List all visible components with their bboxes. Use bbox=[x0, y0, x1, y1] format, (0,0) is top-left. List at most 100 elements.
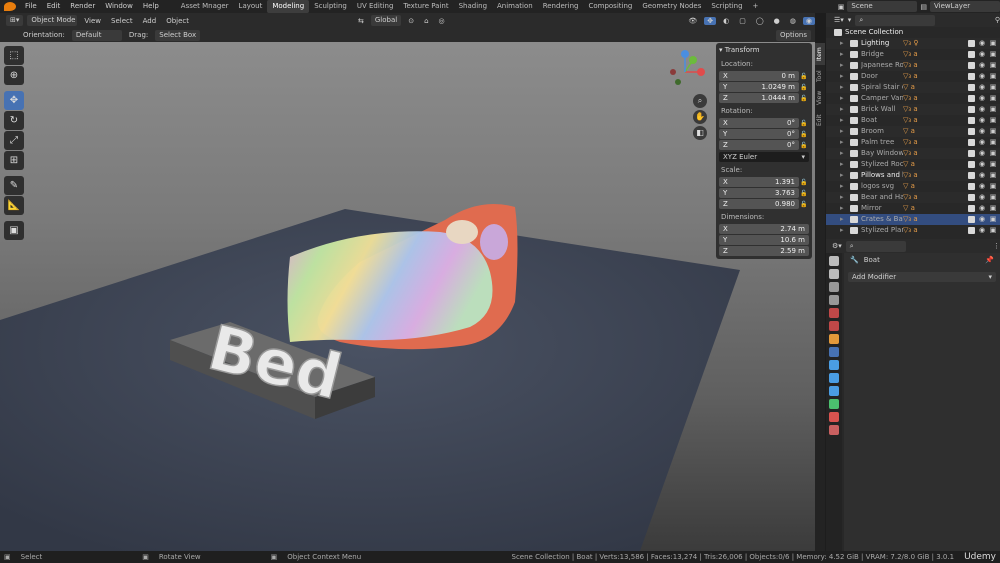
include-checkbox[interactable] bbox=[968, 95, 975, 102]
properties-options-icon[interactable]: ⋮ bbox=[993, 242, 1000, 250]
outliner-item[interactable]: ▸ Broom ▽ a ◉ ▣ bbox=[826, 126, 1000, 137]
rotation-x-field[interactable]: X 0° bbox=[719, 118, 799, 128]
ws-tab-uv-editing[interactable]: UV Editing bbox=[352, 0, 399, 13]
filter-icon[interactable]: ▾ bbox=[848, 16, 852, 24]
options-button[interactable]: Options bbox=[775, 29, 811, 41]
include-checkbox[interactable] bbox=[968, 227, 975, 234]
eye-icon[interactable]: ◉ bbox=[978, 60, 986, 71]
camera-icon[interactable]: ▣ bbox=[989, 60, 997, 71]
shading-solid-icon[interactable]: ● bbox=[771, 17, 783, 25]
menu-add[interactable]: Add bbox=[140, 17, 160, 25]
xray-icon[interactable]: ▢ bbox=[736, 17, 749, 25]
outliner-item[interactable]: ▸ Lighting ▽₃ ♀ ◉ ▣ bbox=[826, 38, 1000, 49]
include-checkbox[interactable] bbox=[968, 216, 975, 223]
transform-orientation-selector[interactable]: Global bbox=[370, 15, 402, 26]
menu-help[interactable]: Help bbox=[138, 0, 164, 13]
menu-render[interactable]: Render bbox=[65, 0, 100, 13]
include-checkbox[interactable] bbox=[968, 150, 975, 157]
tab-view[interactable]: View bbox=[815, 87, 825, 109]
lock-icon[interactable]: 🔓 bbox=[799, 95, 809, 102]
add-workspace-button[interactable]: + bbox=[748, 0, 764, 13]
expand-arrow-icon[interactable]: ▸ bbox=[840, 115, 844, 126]
dimension-y-field[interactable]: Y 10.6 m bbox=[719, 235, 809, 245]
include-checkbox[interactable] bbox=[968, 117, 975, 124]
include-checkbox[interactable] bbox=[968, 172, 975, 179]
outliner-item[interactable]: ▸ Door ▽₃ a ◉ ▣ bbox=[826, 71, 1000, 82]
drag-selector[interactable]: Select Box bbox=[155, 29, 201, 41]
expand-arrow-icon[interactable]: ▸ bbox=[840, 225, 844, 236]
lock-icon[interactable]: 🔓 bbox=[799, 131, 809, 138]
select-box-tool-icon[interactable]: ⬚ bbox=[4, 46, 24, 65]
eye-icon[interactable]: ◉ bbox=[978, 148, 986, 159]
transform-tool-icon[interactable]: ⊞ bbox=[4, 151, 24, 170]
include-checkbox[interactable] bbox=[968, 84, 975, 91]
render-props-icon[interactable] bbox=[829, 269, 839, 279]
menu-edit[interactable]: Edit bbox=[42, 0, 66, 13]
modifier-wrench-icon[interactable] bbox=[829, 347, 839, 357]
tab-item[interactable]: Item bbox=[815, 43, 825, 65]
expand-arrow-icon[interactable]: ▸ bbox=[840, 104, 844, 115]
camera-icon[interactable]: ▣ bbox=[989, 49, 997, 60]
texture-props-icon[interactable] bbox=[829, 425, 839, 435]
expand-arrow-icon[interactable]: ▸ bbox=[840, 192, 844, 203]
include-checkbox[interactable] bbox=[968, 51, 975, 58]
outliner-item[interactable]: ▸ Spiral Stair case▽ a ◉▣ bbox=[826, 82, 1000, 93]
add-modifier-dropdown[interactable]: Add Modifier ▾ bbox=[848, 272, 996, 282]
camera-icon[interactable]: ▣ bbox=[989, 115, 997, 126]
outliner-item[interactable]: ▸ Pillows and bed▽₃ a ◉▣ bbox=[826, 170, 1000, 181]
particles-icon[interactable] bbox=[829, 360, 839, 370]
outliner-type-icon[interactable]: ☰▾ bbox=[834, 16, 844, 24]
tab-tool[interactable]: Tool bbox=[815, 65, 825, 87]
orientation-selector[interactable]: Default bbox=[71, 29, 122, 41]
outliner-search-input[interactable]: ⌕ bbox=[855, 14, 936, 26]
expand-arrow-icon[interactable]: ▸ bbox=[840, 203, 844, 214]
constraints-icon[interactable] bbox=[829, 386, 839, 396]
outliner-item[interactable]: ▸ Brick Wall ▽₃ a ◉ ▣ bbox=[826, 104, 1000, 115]
expand-arrow-icon[interactable]: ▸ bbox=[840, 137, 844, 148]
camera-icon[interactable]: ▣ bbox=[989, 159, 997, 170]
expand-arrow-icon[interactable]: ▸ bbox=[840, 214, 844, 225]
dimension-z-field[interactable]: Z 2.59 m bbox=[719, 246, 809, 256]
include-checkbox[interactable] bbox=[968, 194, 975, 201]
ws-tab-layout[interactable]: Layout bbox=[234, 0, 268, 13]
zoom-icon[interactable]: ⌕ bbox=[693, 94, 707, 108]
lock-icon[interactable]: 🔓 bbox=[799, 190, 809, 197]
outliner-item[interactable]: ▸ Bay Window ▽₃ a ◉ ▣ bbox=[826, 148, 1000, 159]
camera-icon[interactable]: ▣ bbox=[989, 104, 997, 115]
eye-icon[interactable]: ◉ bbox=[978, 137, 986, 148]
ws-tab-rendering[interactable]: Rendering bbox=[538, 0, 584, 13]
outliner-item[interactable]: ▸ Camper Van ▽₃ a ◉ ▣ bbox=[826, 93, 1000, 104]
lock-icon[interactable]: 🔓 bbox=[799, 179, 809, 186]
outliner-item[interactable]: ▸ Palm tree ▽₃ a ◉ ▣ bbox=[826, 137, 1000, 148]
overlay-toggle-icon[interactable]: ◐ bbox=[720, 17, 732, 25]
location-y-field[interactable]: Y 1.0249 m bbox=[719, 82, 799, 92]
scale-z-field[interactable]: Z 0.980 bbox=[719, 199, 799, 209]
eye-icon[interactable]: ◉ bbox=[978, 159, 986, 170]
annotate-tool-icon[interactable]: ✎ bbox=[4, 176, 24, 195]
rotation-mode-dropdown[interactable]: XYZ Euler ▾ bbox=[719, 152, 809, 162]
eye-icon[interactable]: ◉ bbox=[978, 170, 986, 181]
expand-arrow-icon[interactable]: ▸ bbox=[840, 126, 844, 137]
ws-tab-modeling[interactable]: Modeling bbox=[267, 0, 310, 13]
camera-icon[interactable]: ▣ bbox=[989, 181, 997, 192]
proportional-edit-icon[interactable]: ◎ bbox=[436, 17, 448, 25]
rotation-y-field[interactable]: Y 0° bbox=[719, 129, 799, 139]
move-tool-icon[interactable]: ✥ bbox=[4, 91, 24, 110]
camera-icon[interactable]: ▣ bbox=[989, 137, 997, 148]
camera-icon[interactable]: ▣ bbox=[989, 71, 997, 82]
scale-x-field[interactable]: X 1.391 bbox=[719, 177, 799, 187]
properties-type-icon[interactable]: ⚙▾ bbox=[832, 242, 842, 250]
outliner-item[interactable]: ▸ Stylized Rocks▽ a ◉▣ bbox=[826, 159, 1000, 170]
camera-icon[interactable]: ▣ bbox=[989, 148, 997, 159]
lock-icon[interactable]: 🔓 bbox=[799, 120, 809, 127]
camera-icon[interactable]: ▣ bbox=[989, 126, 997, 137]
ws-tab-geometry-nodes[interactable]: Geometry Nodes bbox=[637, 0, 706, 13]
eye-icon[interactable]: ◉ bbox=[978, 49, 986, 60]
tool-props-icon[interactable] bbox=[829, 256, 839, 266]
outliner-item[interactable]: ▸ logos svg ▽ a ◉ ▣ bbox=[826, 181, 1000, 192]
eye-icon[interactable]: ◉ bbox=[978, 115, 986, 126]
camera-icon[interactable]: ▣ bbox=[989, 170, 997, 181]
view-layer-props-icon[interactable] bbox=[829, 295, 839, 305]
eye-icon[interactable]: ◉ bbox=[978, 192, 986, 203]
include-checkbox[interactable] bbox=[968, 62, 975, 69]
